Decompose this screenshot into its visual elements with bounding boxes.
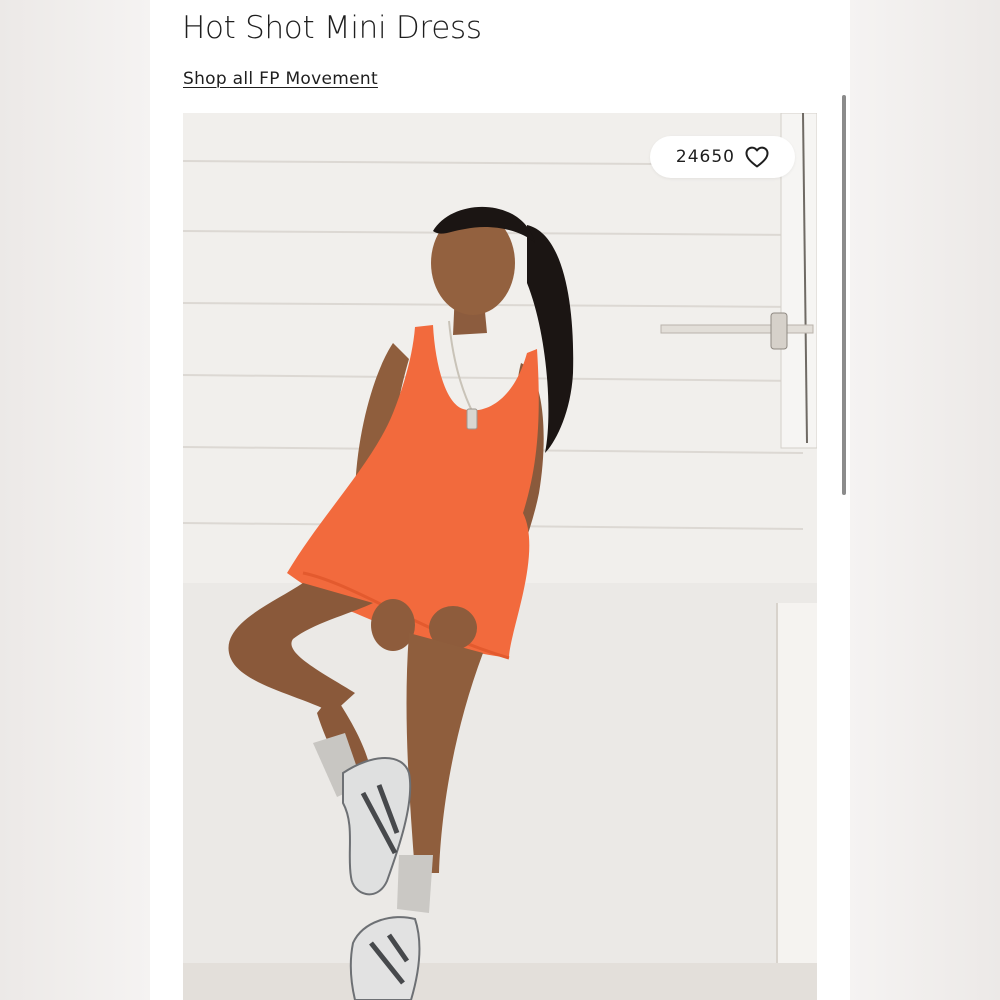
like-button[interactable]: 24650 xyxy=(649,136,795,178)
screenshot-frame: Hot Shot Mini Dress Shop all FP Movement xyxy=(0,0,1000,1000)
product-photo-illustration xyxy=(183,113,817,1000)
heart-outline-icon xyxy=(745,146,769,168)
product-photo[interactable]: 24650 xyxy=(183,113,817,1000)
scrollbar[interactable] xyxy=(842,95,846,495)
product-title: Hot Shot Mini Dress xyxy=(182,10,482,46)
right-blur-margin xyxy=(850,0,1000,1000)
left-blur-margin xyxy=(0,0,150,1000)
shop-all-link[interactable]: Shop all FP Movement xyxy=(183,69,378,89)
product-page: Hot Shot Mini Dress Shop all FP Movement xyxy=(150,0,850,1000)
like-count: 24650 xyxy=(675,147,735,167)
